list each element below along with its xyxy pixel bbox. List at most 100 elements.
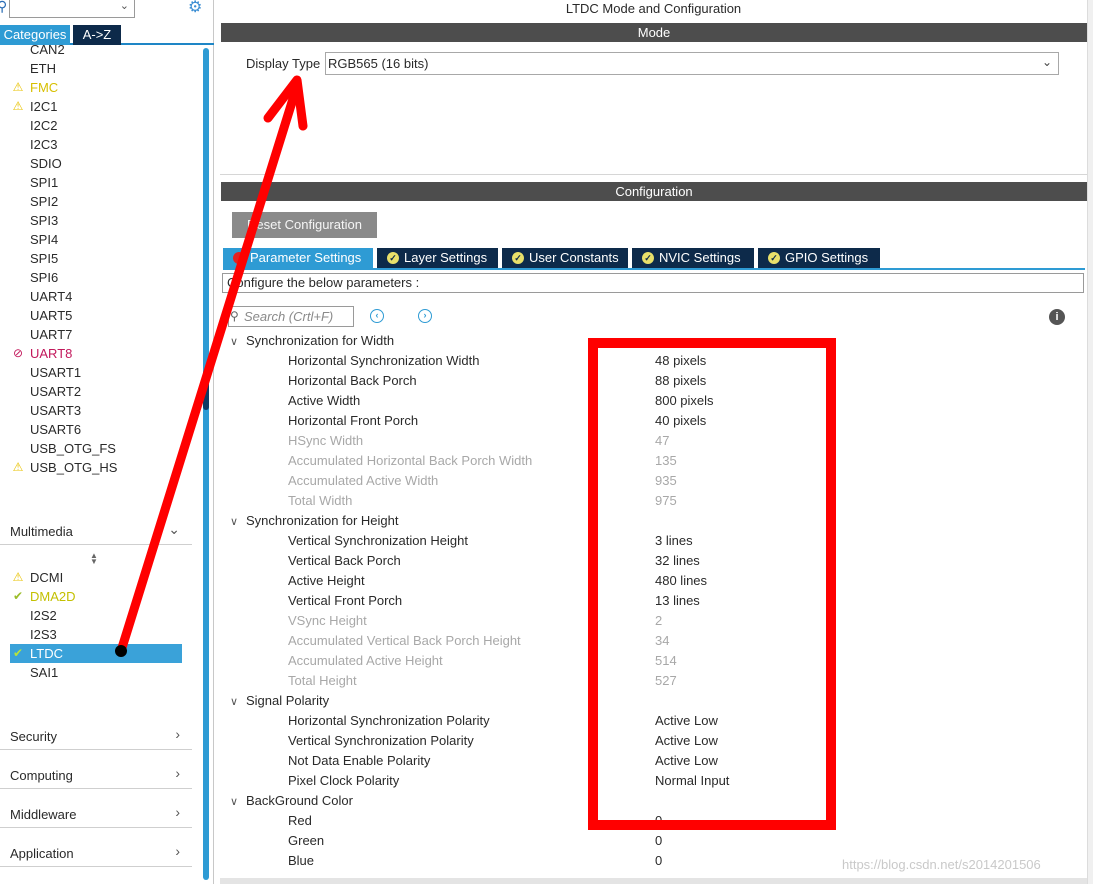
parameter-name: Active Width — [288, 393, 361, 408]
warning-icon: ⚠ — [12, 460, 24, 474]
section-middleware[interactable]: Middleware › — [0, 798, 192, 828]
sidebar-item-dcmi[interactable]: ⚠ DCMI — [0, 568, 182, 587]
sidebar-item-usart2[interactable]: USART2 — [0, 382, 182, 401]
expand-chevron-icon[interactable]: ∨ — [230, 792, 246, 812]
tab-user-constants[interactable]: ✓ User Constants — [502, 248, 628, 268]
sidebar-item-usb-otg-fs[interactable]: USB_OTG_FS — [0, 439, 182, 458]
sidebar-item-i2c2[interactable]: I2C2 — [0, 116, 182, 135]
peripheral-label: UART5 — [30, 308, 73, 323]
sidebar-item-eth[interactable]: ETH — [0, 59, 182, 78]
search-icon[interactable]: ⚲ — [0, 0, 7, 15]
peripheral-label: DCMI — [30, 570, 64, 585]
warning-icon: ⚠ — [12, 99, 24, 113]
mode-header: Mode — [221, 23, 1087, 42]
sidebar-scrollbar-thumb[interactable] — [203, 370, 209, 410]
parameter-group[interactable]: ∨ Synchronization for Height — [230, 511, 398, 531]
sidebar-scrollbar[interactable] — [203, 48, 209, 880]
expand-chevron-icon[interactable]: ∨ — [230, 692, 246, 712]
sidebar-item-uart5[interactable]: UART5 — [0, 306, 182, 325]
tab-nvic-settings[interactable]: ✓ NVIC Settings — [632, 248, 754, 268]
sidebar-item-can2[interactable]: CAN2 — [0, 40, 182, 59]
tab-layer-settings[interactable]: ✓ Layer Settings — [377, 248, 498, 268]
sidebar-item-spi3[interactable]: SPI3 — [0, 211, 182, 230]
tab-parameter-settings[interactable]: Parameter Settings — [223, 248, 373, 268]
parameter-group[interactable]: ∨ BackGround Color — [230, 791, 353, 811]
expand-chevron-icon[interactable]: ∨ — [230, 332, 246, 352]
sidebar-item-spi2[interactable]: SPI2 — [0, 192, 182, 211]
chevron-down-icon: ⌄ — [168, 521, 180, 537]
tab-label: User Constants — [529, 250, 619, 265]
section-label: Multimedia — [10, 524, 73, 539]
section-security[interactable]: Security › — [0, 720, 192, 750]
parameter-name: Horizontal Back Porch — [288, 373, 417, 388]
parameter-search-input[interactable]: ⚲ Search (Crtl+F) — [228, 306, 354, 327]
sidebar-item-i2s3[interactable]: I2S3 — [0, 625, 182, 644]
peripheral-label: SAI1 — [30, 665, 59, 680]
section-application[interactable]: Application › — [0, 837, 192, 867]
section-multimedia[interactable]: Multimedia ⌄ — [0, 515, 192, 545]
sidebar-item-i2c3[interactable]: I2C3 — [0, 135, 182, 154]
parameter-name: Vertical Synchronization Height — [288, 533, 468, 548]
peripheral-label: USART3 — [30, 403, 82, 418]
section-label: Computing — [10, 768, 73, 783]
parameter-value[interactable]: 0 — [655, 831, 662, 851]
section-computing[interactable]: Computing › — [0, 759, 192, 789]
peripheral-label: SDIO — [30, 156, 62, 171]
peripheral-label: SPI1 — [30, 175, 59, 190]
group-title: Synchronization for Height — [246, 513, 399, 528]
tab-gpio-settings[interactable]: ✓ GPIO Settings — [758, 248, 880, 268]
sidebar-item-usart3[interactable]: USART3 — [0, 401, 182, 420]
sidebar-item-sdio[interactable]: SDIO — [0, 154, 182, 173]
chevron-down-icon[interactable]: ⌄ — [120, 0, 129, 12]
bottom-border — [220, 878, 1087, 884]
parameter-name: Accumulated Active Height — [288, 653, 443, 668]
page-title: LTDC Mode and Configuration — [565, 1, 742, 16]
sidebar-item-uart7[interactable]: UART7 — [0, 325, 182, 344]
sidebar-item-spi6[interactable]: SPI6 — [0, 268, 182, 287]
check-circle-icon: ✓ — [642, 252, 654, 264]
gear-icon[interactable]: ⚙ — [188, 0, 202, 17]
sidebar-item-usart6[interactable]: USART6 — [0, 420, 182, 439]
sidebar-item-fmc[interactable]: ⚠ FMC — [0, 78, 182, 97]
parameter-value[interactable]: 0 — [655, 851, 662, 871]
tab-label: GPIO Settings — [785, 250, 869, 265]
next-match-icon[interactable]: › — [418, 309, 432, 323]
peripheral-label: USB_OTG_HS — [30, 460, 118, 475]
sidebar-item-sai1[interactable]: SAI1 — [0, 663, 182, 682]
sidebar-item-uart4[interactable]: UART4 — [0, 287, 182, 306]
sidebar-item-spi5[interactable]: SPI5 — [0, 249, 182, 268]
chevron-down-icon: ⌄ — [1041, 55, 1052, 69]
parameter-row[interactable]: Green 0 — [220, 831, 1080, 851]
parameter-group[interactable]: ∨ Signal Polarity — [230, 691, 329, 711]
previous-match-icon[interactable]: ‹ — [370, 309, 384, 323]
sidebar-item-spi4[interactable]: SPI4 — [0, 230, 182, 249]
sidebar-item-i2c1[interactable]: ⚠ I2C1 — [0, 97, 182, 116]
sort-arrows-icon[interactable]: ▲ ▼ — [90, 552, 98, 566]
tab-label: Parameter Settings — [250, 250, 362, 265]
sidebar-item-i2s2[interactable]: I2S2 — [0, 606, 182, 625]
display-type-select[interactable]: RGB565 (16 bits) ⌄ — [325, 52, 1059, 75]
expand-chevron-icon[interactable]: ∨ — [230, 512, 246, 532]
parameter-name: HSync Width — [288, 433, 364, 448]
reset-configuration-button[interactable]: Reset Configuration — [232, 212, 377, 238]
peripheral-label: LTDC — [30, 646, 63, 661]
sidebar-item-usart1[interactable]: USART1 — [0, 363, 182, 382]
tab-label: NVIC Settings — [659, 250, 741, 265]
sidebar-item-ltdc[interactable]: ✔ LTDC — [10, 644, 182, 663]
sidebar-item-usb-otg-hs[interactable]: ⚠ USB_OTG_HS — [0, 458, 182, 477]
parameter-name: Not Data Enable Polarity — [288, 753, 431, 768]
sidebar-item-spi1[interactable]: SPI1 — [0, 173, 182, 192]
parameter-group[interactable]: ∨ Synchronization for Width — [230, 331, 394, 351]
parameter-name: Vertical Synchronization Polarity — [288, 733, 474, 748]
parameters-caption: Configure the below parameters : — [222, 273, 1084, 293]
chevron-right-icon: › — [175, 843, 180, 859]
sidebar-item-dma2d[interactable]: ✔ DMA2D — [0, 587, 182, 606]
peripheral-label: USB_OTG_FS — [30, 441, 116, 456]
watermark: https://blog.csdn.net/s2014201506 — [842, 857, 1041, 872]
peripheral-label: USART2 — [30, 384, 82, 399]
peripheral-search-box[interactable]: ⌄ — [9, 0, 135, 18]
parameter-name: Active Height — [288, 573, 365, 588]
sidebar-item-uart8[interactable]: ⊘ UART8 — [0, 344, 182, 363]
tab-label: Layer Settings — [404, 250, 488, 265]
info-icon[interactable]: i — [1049, 309, 1065, 325]
